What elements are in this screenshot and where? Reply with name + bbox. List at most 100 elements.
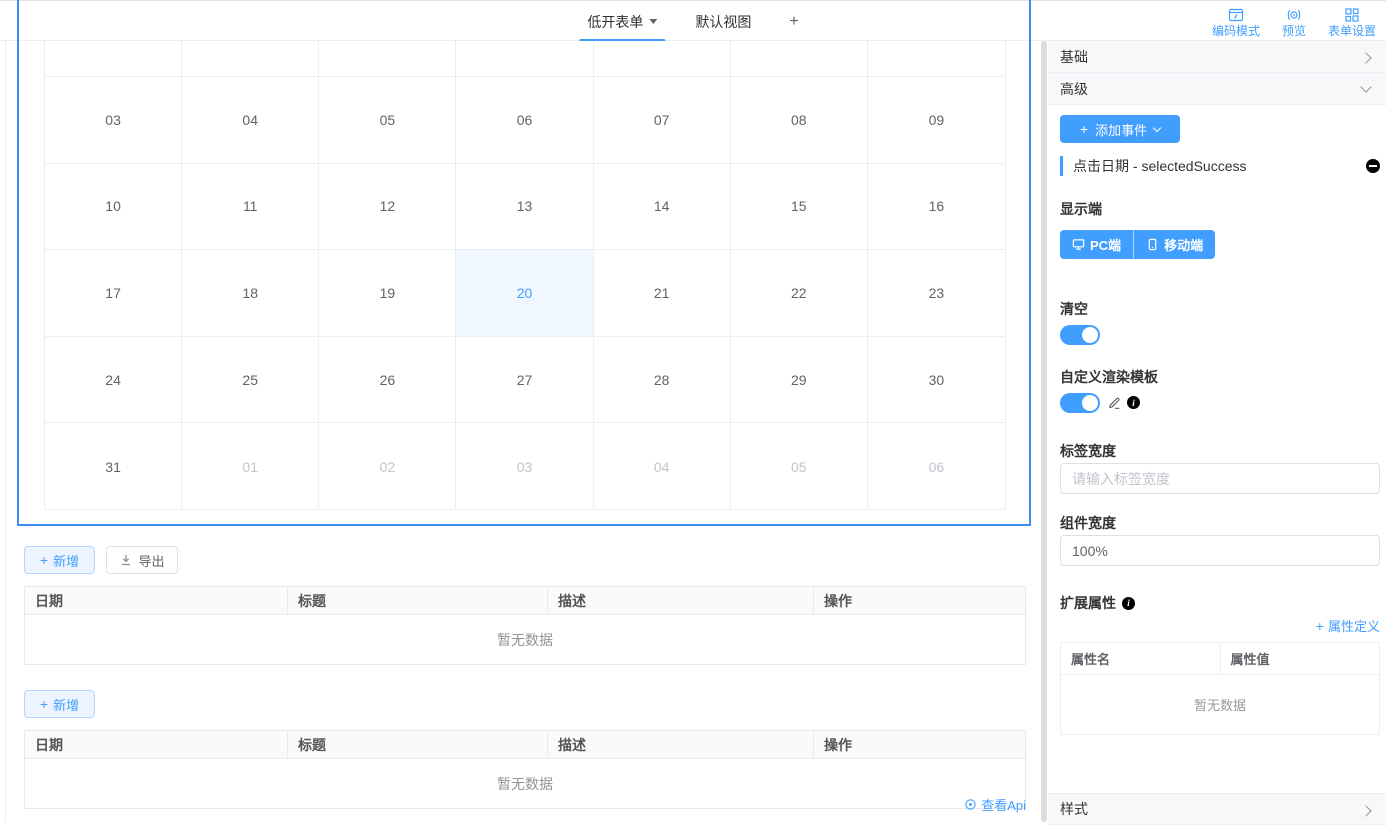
calendar-cell[interactable] bbox=[456, 41, 593, 77]
column-header-desc: 描述 bbox=[548, 731, 814, 758]
panel-scrollbar[interactable] bbox=[1041, 41, 1047, 822]
download-icon bbox=[119, 553, 133, 567]
calendar-cell[interactable]: 22 bbox=[731, 250, 868, 337]
add-view-button[interactable]: + bbox=[775, 1, 812, 42]
tab-default-view[interactable]: 默认视图 bbox=[681, 1, 765, 42]
info-icon[interactable]: i bbox=[1122, 597, 1135, 610]
monitor-icon bbox=[1072, 238, 1085, 251]
column-header-action: 操作 bbox=[814, 731, 1027, 758]
column-header-date: 日期 bbox=[25, 731, 288, 758]
tab-form[interactable]: 低开表单 bbox=[573, 1, 671, 42]
calendar-cell[interactable]: 04 bbox=[594, 423, 731, 510]
calendar-cell[interactable]: 11 bbox=[182, 164, 319, 251]
add-row-label: 新增 bbox=[53, 551, 79, 570]
calendar-cell[interactable]: 07 bbox=[594, 77, 731, 164]
calendar-cell[interactable]: 02 bbox=[319, 423, 456, 510]
pc-side-label: PC端 bbox=[1090, 235, 1121, 254]
calendar-cell[interactable]: 28 bbox=[594, 337, 731, 424]
calendar-cell[interactable]: 26 bbox=[319, 337, 456, 424]
calendar-cell[interactable]: 16 bbox=[868, 164, 1005, 251]
view-api-label: 查看Api bbox=[981, 795, 1026, 814]
plus-icon: + bbox=[1316, 619, 1324, 633]
calendar-cell[interactable]: 18 bbox=[182, 250, 319, 337]
calendar-cell[interactable]: 27 bbox=[456, 337, 593, 424]
calendar-cell[interactable]: 21 bbox=[594, 250, 731, 337]
calendar-cell[interactable]: 23 bbox=[868, 250, 1005, 337]
calendar-cell[interactable]: 17 bbox=[45, 250, 182, 337]
form-settings-label: 表单设置 bbox=[1328, 24, 1376, 38]
calendar-cell[interactable] bbox=[45, 41, 182, 77]
add-row-button-1[interactable]: + 新增 bbox=[24, 546, 95, 574]
view-api-link[interactable]: 查看Api bbox=[964, 795, 1026, 814]
calendar-cell[interactable] bbox=[182, 41, 319, 77]
calendar-cell[interactable]: 04 bbox=[182, 77, 319, 164]
pc-side-button[interactable]: PC端 bbox=[1060, 230, 1133, 259]
clear-toggle[interactable] bbox=[1060, 325, 1100, 345]
mobile-side-button[interactable]: 移动端 bbox=[1133, 230, 1215, 259]
calendar-cell[interactable]: 24 bbox=[45, 337, 182, 424]
eye-icon bbox=[964, 798, 977, 811]
data-table-2: 日期 标题 描述 操作 暂无数据 bbox=[24, 730, 1026, 809]
plus-icon: + bbox=[1080, 122, 1088, 136]
code-mode-label: 编码模式 bbox=[1212, 24, 1260, 38]
calendar-grid: 0304050607080910111213141516171819202122… bbox=[44, 41, 1006, 510]
calendar-cell[interactable] bbox=[319, 41, 456, 77]
column-header-desc: 描述 bbox=[548, 587, 814, 614]
calendar-cell[interactable]: 05 bbox=[731, 423, 868, 510]
calendar-cell[interactable]: 01 bbox=[182, 423, 319, 510]
chevron-right-icon bbox=[1360, 52, 1371, 63]
calendar-cell[interactable]: 03 bbox=[456, 423, 593, 510]
column-header-title: 标题 bbox=[288, 587, 548, 614]
preview-label: 预览 bbox=[1282, 24, 1306, 38]
calendar-cell[interactable] bbox=[868, 41, 1005, 77]
calendar-cell[interactable]: 30 bbox=[868, 337, 1005, 424]
component-width-input[interactable] bbox=[1060, 535, 1380, 566]
empty-data-text: 暂无数据 bbox=[25, 759, 1025, 808]
add-row-button-2[interactable]: + 新增 bbox=[24, 690, 95, 718]
event-list-item: 点击日期 - selectedSuccess bbox=[1060, 154, 1380, 178]
attr-name-header: 属性名 bbox=[1061, 643, 1221, 674]
form-settings-button[interactable]: 表单设置 bbox=[1328, 5, 1376, 38]
ext-attrs-table: 属性名 属性值 暂无数据 bbox=[1060, 642, 1380, 735]
code-mode-button[interactable]: 编码模式 bbox=[1212, 5, 1260, 38]
toggle-knob bbox=[1082, 327, 1098, 343]
section-header-advanced[interactable]: 高级 bbox=[1048, 73, 1386, 105]
code-mode-icon bbox=[1228, 7, 1244, 23]
mobile-side-label: 移动端 bbox=[1164, 235, 1203, 254]
calendar-cell[interactable]: 31 bbox=[45, 423, 182, 510]
data-table-1: 日期 标题 描述 操作 暂无数据 bbox=[24, 586, 1026, 665]
preview-button[interactable]: 预览 bbox=[1282, 5, 1306, 38]
calendar-cell[interactable]: 25 bbox=[182, 337, 319, 424]
calendar-cell[interactable]: 06 bbox=[868, 423, 1005, 510]
event-item-accent-bar bbox=[1060, 156, 1063, 176]
calendar-cell[interactable]: 06 bbox=[456, 77, 593, 164]
empty-data-text: 暂无数据 bbox=[25, 615, 1025, 664]
chevron-down-icon bbox=[1153, 123, 1161, 131]
calendar-cell[interactable] bbox=[594, 41, 731, 77]
calendar-cell[interactable]: 05 bbox=[319, 77, 456, 164]
section-header-basic[interactable]: 基础 bbox=[1048, 41, 1386, 73]
calendar-cell[interactable]: 08 bbox=[731, 77, 868, 164]
section-header-style[interactable]: 样式 bbox=[1048, 793, 1386, 825]
calendar-cell[interactable]: 20 bbox=[456, 250, 593, 337]
calendar-cell[interactable] bbox=[731, 41, 868, 77]
label-width-input[interactable] bbox=[1060, 463, 1380, 494]
calendar-cell[interactable]: 13 bbox=[456, 164, 593, 251]
add-event-button[interactable]: + 添加事件 bbox=[1060, 115, 1180, 143]
form-settings-icon bbox=[1344, 7, 1360, 23]
calendar-cell[interactable]: 15 bbox=[731, 164, 868, 251]
info-icon[interactable]: i bbox=[1127, 396, 1140, 409]
calendar-cell[interactable]: 19 bbox=[319, 250, 456, 337]
calendar-cell[interactable]: 29 bbox=[731, 337, 868, 424]
calendar-cell[interactable]: 09 bbox=[868, 77, 1005, 164]
calendar-cell[interactable]: 14 bbox=[594, 164, 731, 251]
export-button[interactable]: 导出 bbox=[106, 546, 178, 574]
remove-event-icon[interactable] bbox=[1366, 159, 1380, 173]
custom-template-toggle[interactable] bbox=[1060, 393, 1100, 413]
calendar-cell[interactable]: 10 bbox=[45, 164, 182, 251]
chevron-down-icon bbox=[649, 19, 657, 24]
attr-define-link[interactable]: + 属性定义 bbox=[1316, 616, 1380, 635]
calendar-cell[interactable]: 03 bbox=[45, 77, 182, 164]
calendar-cell[interactable]: 12 bbox=[319, 164, 456, 251]
edit-pencil-icon[interactable] bbox=[1106, 394, 1123, 411]
